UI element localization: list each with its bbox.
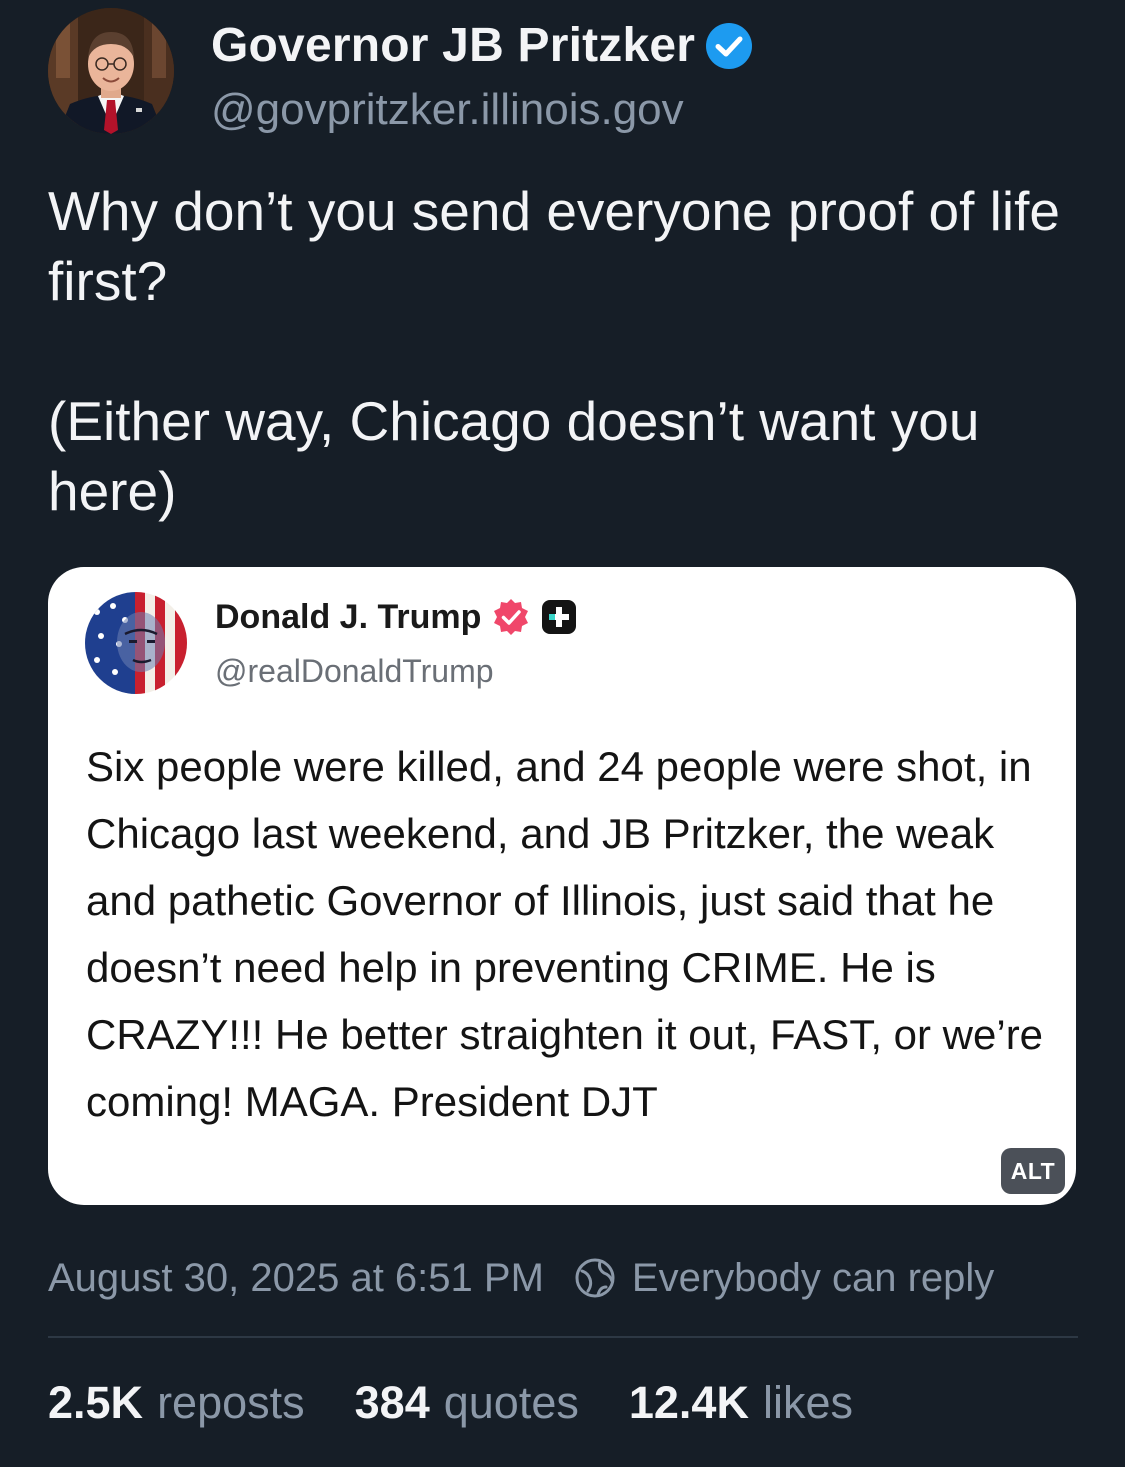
- embed-post-text: Six people were killed, and 24 people we…: [86, 743, 1044, 1125]
- likes-count: 12.4K: [628, 1377, 749, 1428]
- reposts-count: 2.5K: [48, 1377, 144, 1428]
- engagement-stats: 2.5K reposts 384 quotes 12.4K likes: [48, 1374, 903, 1432]
- embed-author-handle: @realDonaldTrump: [215, 653, 494, 689]
- post-text: Why don’t you send everyone proof of lif…: [48, 176, 1088, 526]
- reposts-stat[interactable]: 2.5K reposts: [48, 1377, 305, 1429]
- author-handle[interactable]: @govpritzker.illinois.gov: [211, 84, 684, 136]
- reply-setting[interactable]: Everybody can reply: [574, 1256, 994, 1301]
- author-name: Governor JB Pritzker: [211, 19, 696, 72]
- quotes-label: quotes: [443, 1377, 579, 1428]
- quotes-stat[interactable]: 384 quotes: [355, 1377, 579, 1429]
- author-avatar-image: [48, 8, 174, 134]
- quotes-count: 384: [354, 1377, 430, 1428]
- embed-avatar: [85, 592, 187, 694]
- post-paragraph: (Either way, Chicago doesn’t want you he…: [48, 390, 980, 522]
- reposts-label: reposts: [157, 1377, 305, 1428]
- alt-text-button[interactable]: ALT: [1001, 1148, 1065, 1194]
- divider: [48, 1336, 1078, 1338]
- embedded-image[interactable]: Donald J. Trump @realDonaldTrump Six peo…: [48, 567, 1076, 1205]
- reply-setting-label: Everybody can reply: [631, 1255, 995, 1300]
- embed-author-name: Donald J. Trump: [215, 598, 482, 636]
- author-name-row[interactable]: Governor JB Pritzker: [211, 18, 753, 74]
- globe-icon: [574, 1257, 616, 1299]
- post-meta: August 30, 2025 at 6:51 PM Everybody can…: [48, 1250, 994, 1306]
- embed-name-row: Donald J. Trump: [215, 595, 577, 639]
- post-header: Governor JB Pritzker @govpritzker.illino…: [48, 8, 1078, 138]
- embed-verified-badge-icon: [491, 597, 531, 637]
- post-timestamp[interactable]: August 30, 2025 at 6:51 PM: [48, 1256, 544, 1301]
- likes-label: likes: [762, 1377, 853, 1428]
- embed-avatar-image: [85, 592, 187, 694]
- truth-social-plus-icon: [541, 599, 577, 635]
- verified-badge-icon: [705, 22, 753, 70]
- author-avatar[interactable]: [48, 8, 174, 134]
- likes-stat[interactable]: 12.4K likes: [629, 1377, 853, 1429]
- post-paragraph: Why don’t you send everyone proof of lif…: [48, 180, 1060, 312]
